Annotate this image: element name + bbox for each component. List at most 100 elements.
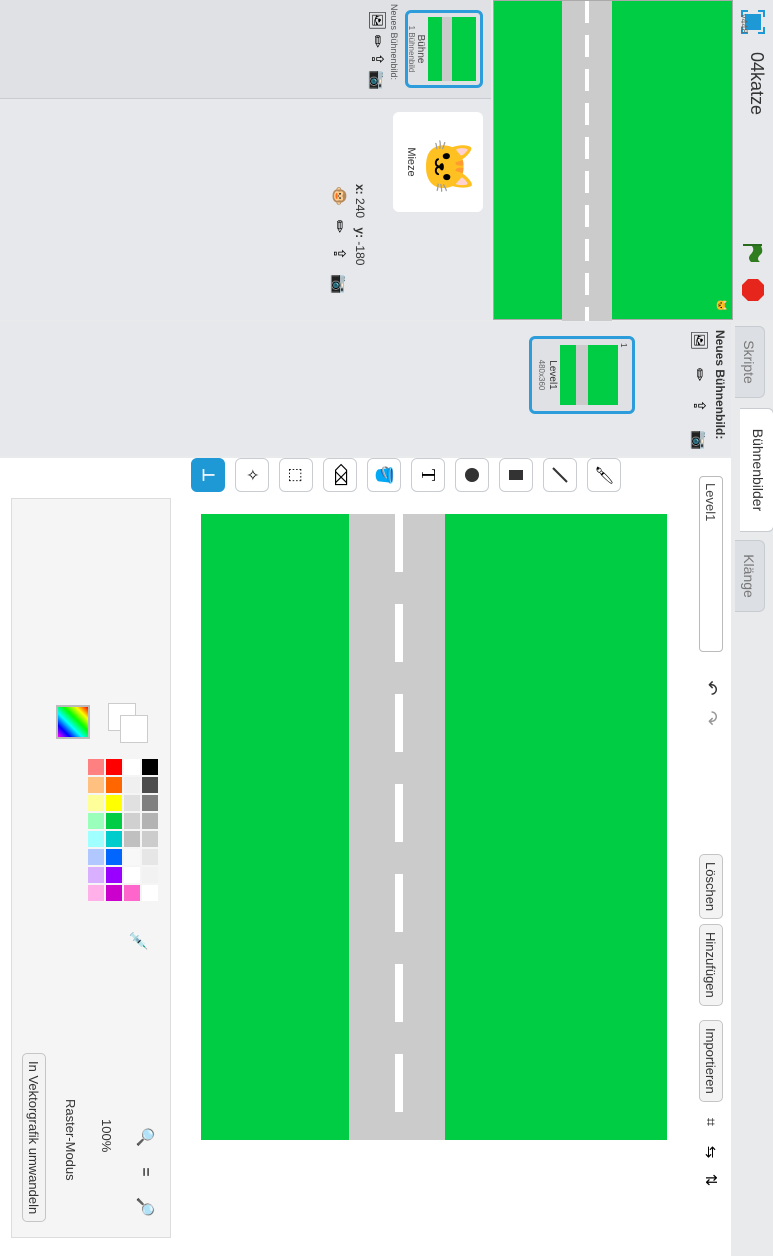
- backdrop-list-panel: Neues Bühnenbild: 🖼 ✏ ⇪ 📷 1 Level1 480x3…: [0, 322, 731, 456]
- palette-swatch[interactable]: [142, 849, 158, 865]
- tool-fill[interactable]: 🪣: [367, 458, 401, 492]
- camera-sprite-icon[interactable]: 📷: [329, 274, 349, 294]
- palette-swatch[interactable]: [142, 867, 158, 883]
- tool-stamp[interactable]: ⊥: [191, 458, 225, 492]
- flip-horizontal-icon: ⇆: [702, 1145, 719, 1159]
- tool-line[interactable]: [543, 458, 577, 492]
- convert-to-vector-button[interactable]: In Vektorgrafik umwandeln: [22, 1053, 46, 1223]
- palette-swatch[interactable]: [142, 885, 158, 901]
- palette-swatch[interactable]: [142, 759, 158, 775]
- palette-swatch[interactable]: [88, 885, 104, 901]
- tool-ellipse[interactable]: [455, 458, 489, 492]
- thumb-road: [442, 17, 452, 81]
- stop-button[interactable]: [739, 276, 767, 304]
- sprite-tile-mieze[interactable]: 🐱 Mieze: [393, 112, 483, 212]
- zoom-in-icon[interactable]: 🔎: [135, 1197, 155, 1217]
- palette-swatch[interactable]: [106, 813, 122, 829]
- backdrop-name: Level1: [547, 360, 558, 390]
- palette-swatch[interactable]: [88, 867, 104, 883]
- coordinates-readout: x: 240 y: -180: [353, 184, 367, 265]
- stage-header: v448 04katze: [733, 0, 773, 320]
- green-flag-icon: [743, 244, 763, 262]
- paint-editor: ↶ ↷ Löschen Hinzufügen Importieren ⌗ ⇆ ⇅…: [0, 458, 731, 1256]
- palette-swatch[interactable]: [106, 831, 122, 847]
- palette-swatch[interactable]: [106, 849, 122, 865]
- fill-stroke-indicator[interactable]: [108, 703, 150, 743]
- backdrop-library-icon[interactable]: 🖼: [365, 10, 387, 30]
- tool-select-remove-bg[interactable]: ✧: [235, 458, 269, 492]
- tool-select[interactable]: ⬚: [279, 458, 313, 492]
- palette-swatch[interactable]: [142, 777, 158, 793]
- text-icon: T: [417, 468, 440, 482]
- palette-swatch[interactable]: [142, 795, 158, 811]
- stage-road: [562, 1, 612, 321]
- paint-canvas[interactable]: [201, 514, 667, 1140]
- palette-swatch[interactable]: [88, 831, 104, 847]
- library-icon[interactable]: 🖼: [685, 330, 709, 350]
- palette-swatch[interactable]: [124, 849, 140, 865]
- costume-name-input[interactable]: [699, 476, 723, 652]
- backdrop-tools: 🖼 ✏ ⇪ 📷: [685, 330, 709, 450]
- palette-swatch[interactable]: [88, 759, 104, 775]
- palette-swatch[interactable]: [106, 759, 122, 775]
- rectangle-icon: [509, 470, 523, 480]
- stage-thumbnail[interactable]: Bühne 1 Bühnenbild: [405, 10, 483, 88]
- stage-canvas[interactable]: 🐱: [493, 0, 733, 321]
- palette-swatch[interactable]: [142, 831, 158, 847]
- eyedropper-button[interactable]: 💉: [124, 927, 152, 955]
- palette-swatch[interactable]: [124, 813, 140, 829]
- paint-icon[interactable]: ✏: [685, 368, 709, 381]
- paint-new-icon[interactable]: ✏: [365, 35, 387, 48]
- palette-swatch[interactable]: [124, 759, 140, 775]
- palette-swatch[interactable]: [106, 777, 122, 793]
- flip-horizontal-button[interactable]: ⇆: [697, 1138, 725, 1166]
- palette-swatch[interactable]: [124, 777, 140, 793]
- new-backdrop-heading: Neues Bühnenbild:: [713, 330, 727, 440]
- tool-eraser[interactable]: ⌫: [323, 458, 357, 492]
- camera-icon[interactable]: 📷: [365, 70, 387, 90]
- crop-button[interactable]: ⌗: [697, 1108, 725, 1136]
- upload-icon[interactable]: ⇪: [365, 52, 387, 65]
- palette-swatch[interactable]: [106, 867, 122, 883]
- flip-vertical-button[interactable]: ⇅: [697, 1166, 725, 1194]
- palette-swatch[interactable]: [124, 867, 140, 883]
- tool-brush[interactable]: 🖌: [587, 458, 621, 492]
- clear-button[interactable]: Löschen: [699, 854, 723, 920]
- upload-sprite-icon[interactable]: ⇪: [329, 247, 349, 260]
- version-label: v448: [739, 14, 749, 34]
- color-picker-gradient[interactable]: [56, 705, 90, 739]
- tool-rectangle[interactable]: [499, 458, 533, 492]
- tool-text[interactable]: T: [411, 458, 445, 492]
- color-palette: [28, 759, 158, 919]
- green-flag-button[interactable]: [739, 238, 767, 266]
- palette-swatch[interactable]: [88, 813, 104, 829]
- palette-swatch[interactable]: [106, 795, 122, 811]
- palette-swatch[interactable]: [124, 831, 140, 847]
- zoom-out-icon[interactable]: 🔍: [135, 1127, 155, 1147]
- palette-swatch[interactable]: [88, 795, 104, 811]
- tab-backdrops[interactable]: Bühnenbilder: [740, 408, 773, 532]
- stage-sprite-cat[interactable]: 🐱: [715, 299, 726, 311]
- project-title[interactable]: 04katze: [746, 52, 767, 172]
- palette-swatch[interactable]: [142, 813, 158, 829]
- redo-button[interactable]: ↷: [697, 704, 725, 732]
- palette-swatch[interactable]: [106, 885, 122, 901]
- camera-capture-icon[interactable]: 📷: [685, 430, 709, 450]
- add-button[interactable]: Hinzufügen: [699, 924, 723, 1006]
- sprite-library-icon[interactable]: 🐵: [329, 186, 349, 206]
- new-sprite-buttons: 🐵 ✏ ⇪ 📷: [329, 186, 349, 294]
- import-button[interactable]: Importieren: [699, 1020, 723, 1102]
- undo-button[interactable]: ↶: [697, 674, 725, 702]
- tab-scripts[interactable]: Skripte: [735, 326, 765, 398]
- tab-sounds[interactable]: Klänge: [735, 540, 765, 612]
- paint-sprite-icon[interactable]: ✏: [329, 220, 349, 233]
- palette-swatch[interactable]: [88, 777, 104, 793]
- palette-swatch[interactable]: [88, 849, 104, 865]
- palette-swatch[interactable]: [124, 795, 140, 811]
- backdrop-thumb-road: [576, 345, 588, 405]
- palette-swatch[interactable]: [124, 885, 140, 901]
- zoom-reset-icon[interactable]: =: [136, 1167, 154, 1176]
- backdrop-item-level1[interactable]: 1 Level1 480x360: [529, 336, 635, 414]
- y-value: -180: [353, 241, 367, 266]
- upload-file-icon[interactable]: ⇪: [685, 399, 709, 412]
